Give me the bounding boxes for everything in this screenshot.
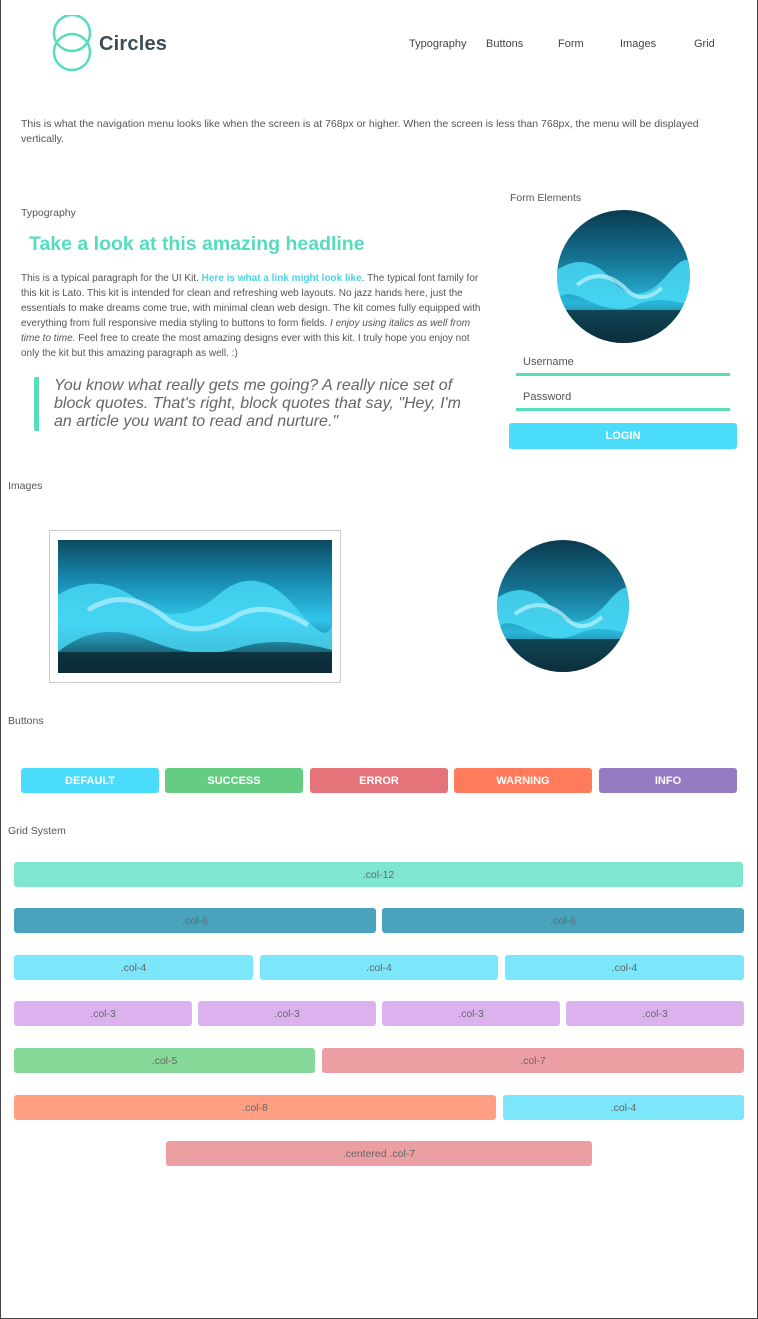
success-button[interactable]: SUCCESS	[165, 768, 303, 793]
grid-cell-col-8: .col-8	[14, 1095, 496, 1120]
grid-cell-col-3: .col-3	[198, 1001, 376, 1026]
username-field[interactable]	[516, 350, 730, 376]
form-elements-label: Form Elements	[510, 192, 582, 204]
logo[interactable]	[50, 15, 94, 73]
intro-text: This is what the navigation menu looks l…	[21, 118, 699, 145]
warning-button[interactable]: WARNING	[454, 768, 592, 793]
error-button[interactable]: ERROR	[310, 768, 448, 793]
nav-images[interactable]: Images	[620, 38, 656, 50]
grid-cell-col-7: .col-7	[322, 1048, 744, 1073]
nav-buttons[interactable]: Buttons	[486, 38, 523, 50]
block-quote: You know what really gets me going? A re…	[34, 377, 474, 431]
grid-cell-col-3: .col-3	[382, 1001, 560, 1026]
wave-image	[557, 210, 690, 343]
grid-cell-col-12: .col-12	[14, 862, 743, 887]
circle-wave-image	[557, 210, 690, 343]
grid-cell-col-4: .col-4	[505, 955, 744, 980]
buttons-label: Buttons	[8, 715, 44, 727]
grid-cell-col-4: .col-4	[14, 955, 253, 980]
default-button[interactable]: DEFAULT	[21, 768, 159, 793]
grid-cell-col-3: .col-3	[566, 1001, 744, 1026]
info-button[interactable]: INFO	[599, 768, 737, 793]
nav-grid[interactable]: Grid	[694, 38, 715, 50]
sample-link[interactable]: Here is what a link might look like	[202, 273, 362, 284]
paragraph-text: This is a typical paragraph for the UI K…	[21, 273, 202, 284]
grid-label: Grid System	[8, 825, 66, 837]
nav-form[interactable]: Form	[558, 38, 584, 50]
brand-name: Circles	[99, 33, 168, 55]
password-field[interactable]	[516, 385, 730, 411]
circles-logo-icon	[52, 15, 92, 72]
grid-cell-col-6: .col-6	[382, 908, 744, 933]
grid-cell-centered-col-7: .centered .col-7	[166, 1141, 592, 1166]
grid-cell-col-6: .col-6	[14, 908, 376, 933]
headline: Take a look at this amazing headline	[29, 233, 365, 255]
wave-image	[497, 540, 629, 672]
rect-image-frame	[49, 530, 341, 683]
wave-image	[58, 540, 333, 673]
grid-cell-col-3: .col-3	[14, 1001, 192, 1026]
typography-label: Typography	[21, 207, 76, 219]
login-button[interactable]: LOGIN	[509, 423, 737, 449]
grid-cell-col-4: .col-4	[260, 955, 498, 980]
images-label: Images	[8, 480, 43, 492]
typical-paragraph: This is a typical paragraph for the UI K…	[21, 271, 487, 361]
circle-wave-image	[497, 540, 629, 672]
paragraph-text: Feel free to create the most amazing des…	[21, 333, 470, 359]
grid-cell-col-4: .col-4	[503, 1095, 744, 1120]
grid-cell-col-5: .col-5	[14, 1048, 315, 1073]
nav-typography[interactable]: Typography	[409, 38, 466, 50]
